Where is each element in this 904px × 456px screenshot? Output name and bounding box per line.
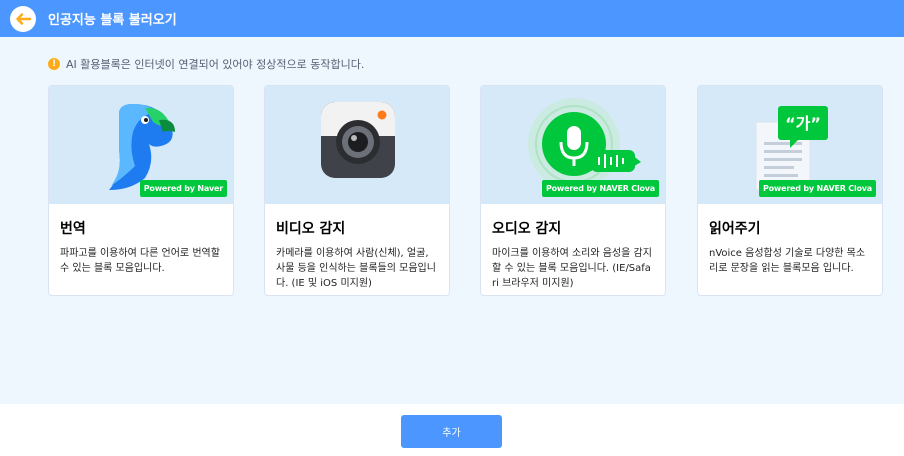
card-title: 번역 xyxy=(60,221,86,237)
card-video-detection[interactable]: 비디오 감지 카메라를 이용하여 사람(신체), 얼굴, 사물 등을 인식하는 … xyxy=(264,85,450,296)
camera-icon xyxy=(321,102,395,178)
header-bar: 인공지능 블록 불러오기 xyxy=(0,0,904,37)
card-title: 읽어주기 xyxy=(709,221,761,237)
card-description: 카메라를 이용하여 사람(신체), 얼굴, 사물 등을 인식하는 블록들의 모음… xyxy=(276,248,436,289)
powered-by-badge: Powered by NAVER Clova xyxy=(758,180,876,197)
card-image: Powered by Naver xyxy=(49,86,233,204)
card-title: 비디오 감지 xyxy=(276,221,346,237)
footer-bar: 추가 xyxy=(0,404,904,456)
card-image: Powered by NAVER Clova xyxy=(481,86,665,204)
card-description: 마이크를 이용하여 소리와 음성을 감지할 수 있는 블록 모음입니다. (IE… xyxy=(492,248,652,289)
card-read-aloud[interactable]: “가” Powered by NAVER Clova 읽어주기 nVoice 음… xyxy=(697,85,883,296)
powered-by-badge: Powered by NAVER Clova xyxy=(541,180,659,197)
card-description: nVoice 음성합성 기술로 다양한 목소리로 문장을 읽는 블록모음 입니다… xyxy=(709,248,866,274)
card-description: 파파고를 이용하여 다른 언어로 번역할 수 있는 블록 모음입니다. xyxy=(60,248,220,274)
card-audio-detection[interactable]: Powered by NAVER Clova 오디오 감지 마이크를 이용하여 … xyxy=(480,85,666,296)
card-translation[interactable]: Powered by Naver 번역 파파고를 이용하여 다른 언어로 번역할… xyxy=(48,85,234,296)
back-arrow-icon xyxy=(16,12,31,25)
back-button[interactable] xyxy=(10,5,36,32)
card-image: “가” Powered by NAVER Clova xyxy=(698,86,882,204)
notice-text: AI 활용블록은 인터넷이 연결되어 있어야 정상적으로 동작합니다. xyxy=(66,58,365,71)
internet-notice: ! AI 활용블록은 인터넷이 연결되어 있어야 정상적으로 동작합니다. xyxy=(48,56,364,72)
speech-bubble-text: “가” xyxy=(785,114,821,133)
card-image xyxy=(265,86,449,204)
add-button[interactable]: 추가 xyxy=(401,415,502,448)
card-title: 오디오 감지 xyxy=(492,221,562,237)
page-title: 인공지능 블록 불러오기 xyxy=(48,13,177,28)
warning-icon: ! xyxy=(48,58,60,70)
main-area: ! AI 활용블록은 인터넷이 연결되어 있어야 정상적으로 동작합니다. Po… xyxy=(0,37,904,404)
powered-by-badge: Powered by Naver xyxy=(139,180,227,197)
